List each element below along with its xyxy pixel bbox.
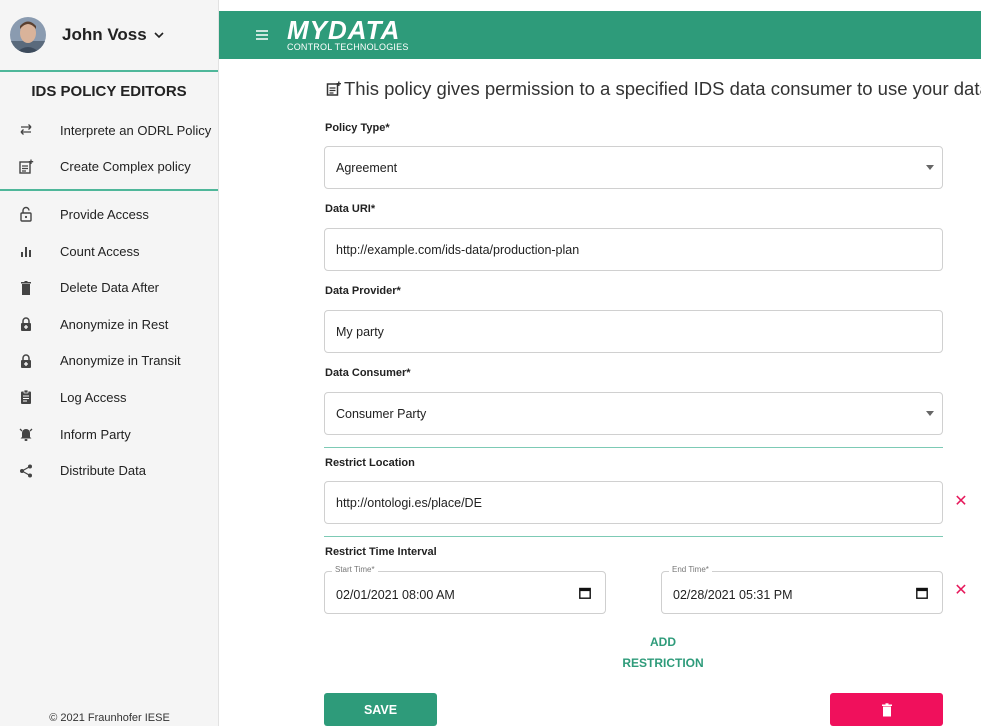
remove-location-icon[interactable]: ✕ — [954, 494, 968, 510]
add-restriction-button[interactable]: ADD RESTRICTION — [609, 632, 717, 674]
sidebar-item-label: Create Complex policy — [60, 159, 191, 175]
menu-icon[interactable] — [254, 25, 272, 45]
avatar — [10, 17, 46, 53]
alarm-icon — [18, 426, 34, 442]
sidebar-item-label: Distribute Data — [60, 463, 146, 479]
data-provider-value: My party — [336, 324, 384, 339]
sidebar-divider — [0, 189, 218, 192]
trash-icon — [18, 280, 34, 296]
sidebar-title: IDS POLICY EDITORS — [31, 83, 187, 100]
restrict-location-input[interactable]: http://ontologi.es/place/DE — [324, 481, 943, 524]
sidebar-item-interprete-odrl[interactable]: Interprete an ODRL Policy — [0, 112, 218, 149]
data-provider-label: Data Provider* — [325, 285, 401, 297]
data-consumer-select[interactable]: Consumer Party — [324, 392, 943, 435]
sidebar-item-anonymize-rest[interactable]: Anonymize in Rest — [0, 306, 218, 343]
calendar-icon[interactable] — [579, 587, 591, 599]
data-uri-value: http://example.com/ids-data/production-p… — [336, 242, 580, 257]
sidebar-item-count-access[interactable]: Count Access — [0, 233, 218, 270]
data-provider-input[interactable]: My party — [324, 310, 943, 353]
save-button[interactable]: SAVE — [324, 693, 437, 726]
restrict-time-label: Restrict Time Interval — [325, 546, 437, 558]
start-time-value: 02/01/2021 08:00 AM — [336, 588, 455, 602]
chevron-down-icon — [154, 32, 164, 39]
sidebar-item-distribute-data[interactable]: Distribute Data — [0, 452, 218, 489]
delete-button[interactable] — [830, 693, 943, 726]
logo: MYDATA CONTROL TECHNOLOGIES — [287, 17, 409, 52]
sidebar-item-anonymize-transit[interactable]: Anonymize in Transit — [0, 343, 218, 380]
policy-type-value: Agreement — [336, 160, 398, 175]
top-app-bar: MYDATA CONTROL TECHNOLOGIES — [219, 11, 981, 59]
user-name: John Voss — [62, 25, 147, 44]
sidebar-item-label: Interprete an ODRL Policy — [60, 122, 212, 138]
lock-open-icon — [18, 206, 34, 223]
lock-plus-icon — [18, 353, 34, 369]
policy-list: Provide Access Count Access Delete Data … — [0, 196, 218, 489]
share-icon — [18, 463, 34, 479]
section-divider — [324, 447, 943, 448]
sidebar-item-provide-access[interactable]: Provide Access — [0, 196, 218, 233]
sidebar-item-label: Provide Access — [60, 206, 149, 222]
editor-list: Interprete an ODRL Policy Create Complex… — [0, 112, 218, 185]
dropdown-arrow-icon — [926, 411, 934, 416]
dropdown-arrow-icon — [926, 165, 934, 170]
policy-type-select[interactable]: Agreement — [324, 146, 943, 189]
logo-sub: CONTROL TECHNOLOGIES — [287, 42, 409, 52]
data-uri-label: Data URI* — [325, 203, 376, 215]
sidebar-item-label: Delete Data After — [60, 280, 159, 296]
start-time-label: Start Time* — [332, 565, 378, 574]
note-add-icon — [18, 159, 34, 175]
end-time-label: End Time* — [669, 565, 712, 574]
sidebar-item-label: Anonymize in Rest — [60, 316, 169, 332]
calendar-icon[interactable] — [916, 587, 928, 599]
restrict-location-label: Restrict Location — [325, 457, 415, 469]
data-consumer-label: Data Consumer* — [325, 367, 411, 379]
sidebar-item-log-access[interactable]: Log Access — [0, 379, 218, 416]
end-time-input[interactable]: End Time* 02/28/2021 05:31 PM — [661, 565, 943, 614]
lock-plus-icon — [18, 316, 34, 332]
sidebar-item-label: Count Access — [60, 243, 140, 259]
trash-icon — [881, 702, 892, 716]
sidebar-item-inform-party[interactable]: Inform Party — [0, 416, 218, 453]
section-divider — [324, 536, 943, 537]
sidebar-item-create-complex[interactable]: Create Complex policy — [0, 149, 218, 186]
end-time-value: 02/28/2021 05:31 PM — [673, 588, 793, 602]
data-uri-input[interactable]: http://example.com/ids-data/production-p… — [324, 228, 943, 271]
clipboard-icon — [18, 389, 34, 405]
bar-chart-icon — [18, 243, 34, 259]
add-restriction-line1: ADD — [650, 635, 676, 649]
sidebar: John Voss IDS POLICY EDITORS Interprete … — [0, 0, 219, 726]
sidebar-item-label: Inform Party — [60, 426, 131, 442]
user-menu[interactable]: John Voss — [0, 0, 218, 72]
restrict-location-value: http://ontologi.es/place/DE — [336, 495, 482, 510]
sidebar-item-label: Anonymize in Transit — [60, 353, 181, 369]
sidebar-item-label: Log Access — [60, 389, 127, 405]
page-title: This policy gives permission to a specif… — [326, 78, 981, 100]
note-add-icon — [326, 81, 341, 96]
start-time-input[interactable]: Start Time* 02/01/2021 08:00 AM — [324, 565, 606, 614]
remove-time-icon[interactable]: ✕ — [954, 583, 968, 599]
page-title-text: This policy gives permission to a specif… — [344, 78, 981, 99]
copyright: © 2021 Fraunhofer IESE — [49, 712, 170, 724]
sidebar-item-delete-data-after[interactable]: Delete Data After — [0, 269, 218, 306]
add-restriction-line2: RESTRICTION — [622, 656, 704, 670]
data-consumer-value: Consumer Party — [336, 406, 427, 421]
policy-type-label: Policy Type* — [325, 122, 390, 134]
swap-arrows-icon — [18, 122, 34, 138]
logo-main: MYDATA — [287, 15, 401, 45]
